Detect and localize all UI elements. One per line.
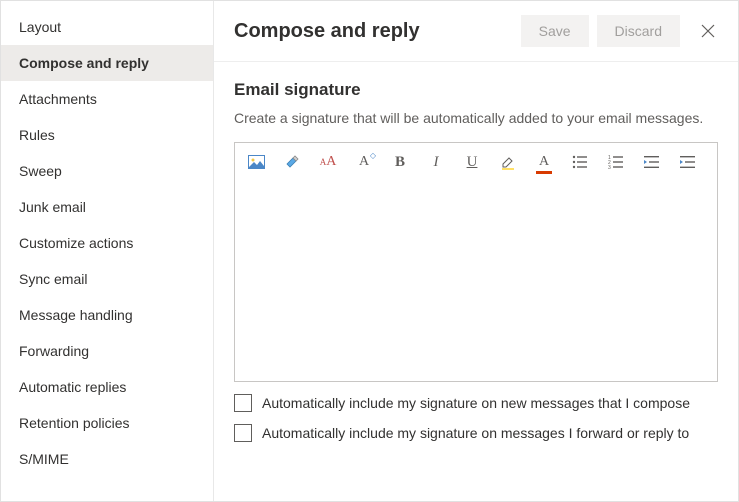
sidebar-item-automatic-replies[interactable]: Automatic replies [1, 369, 213, 405]
checkbox-new-messages[interactable] [234, 394, 252, 412]
sidebar-item-layout[interactable]: Layout [1, 9, 213, 45]
indent-icon[interactable] [677, 151, 699, 173]
content: Email signature Create a signature that … [214, 62, 738, 460]
sidebar-item-sync-email[interactable]: Sync email [1, 261, 213, 297]
format-painter-icon[interactable] [281, 151, 303, 173]
settings-dialog: Layout Compose and reply Attachments Rul… [0, 0, 739, 502]
svg-text:3: 3 [608, 165, 611, 169]
number-list-icon[interactable]: 123 [605, 151, 627, 173]
font-color-icon[interactable]: A [533, 151, 555, 173]
checkbox-new-messages-label: Automatically include my signature on ne… [262, 395, 690, 411]
image-icon[interactable] [245, 151, 267, 173]
checkbox-replies[interactable] [234, 424, 252, 442]
italic-icon[interactable]: I [425, 151, 447, 173]
sidebar-item-forwarding[interactable]: Forwarding [1, 333, 213, 369]
sidebar-item-sweep[interactable]: Sweep [1, 153, 213, 189]
sidebar-item-compose-and-reply[interactable]: Compose and reply [1, 45, 213, 81]
sidebar-item-junk-email[interactable]: Junk email [1, 189, 213, 225]
underline-icon[interactable]: U [461, 151, 483, 173]
sidebar-item-rules[interactable]: Rules [1, 117, 213, 153]
close-icon[interactable] [698, 21, 718, 41]
sidebar-item-attachments[interactable]: Attachments [1, 81, 213, 117]
section-description: Create a signature that will be automati… [234, 110, 718, 126]
outdent-icon[interactable] [641, 151, 663, 173]
highlight-icon[interactable] [497, 151, 519, 173]
signature-editor: AA A◇ B I U A [234, 142, 718, 382]
discard-button[interactable]: Discard [597, 15, 680, 47]
sidebar-item-customize-actions[interactable]: Customize actions [1, 225, 213, 261]
save-button[interactable]: Save [521, 15, 589, 47]
bold-icon[interactable]: B [389, 151, 411, 173]
checkbox-replies-row: Automatically include my signature on me… [234, 424, 718, 442]
sidebar-item-message-handling[interactable]: Message handling [1, 297, 213, 333]
checkbox-replies-label: Automatically include my signature on me… [262, 425, 689, 441]
sidebar: Layout Compose and reply Attachments Rul… [1, 1, 214, 501]
section-title: Email signature [234, 80, 718, 100]
checkbox-new-messages-row: Automatically include my signature on ne… [234, 394, 718, 412]
header: Compose and reply Save Discard [214, 1, 738, 62]
bullet-list-icon[interactable] [569, 151, 591, 173]
sidebar-item-retention-policies[interactable]: Retention policies [1, 405, 213, 441]
sidebar-item-smime[interactable]: S/MIME [1, 441, 213, 477]
font-size-icon[interactable]: AA [317, 151, 339, 173]
editor-toolbar: AA A◇ B I U A [235, 143, 717, 181]
signature-textarea[interactable] [235, 181, 717, 381]
clear-format-icon[interactable]: A◇ [353, 151, 375, 173]
page-title: Compose and reply [234, 20, 513, 43]
main-content: Compose and reply Save Discard Email sig… [214, 1, 738, 501]
